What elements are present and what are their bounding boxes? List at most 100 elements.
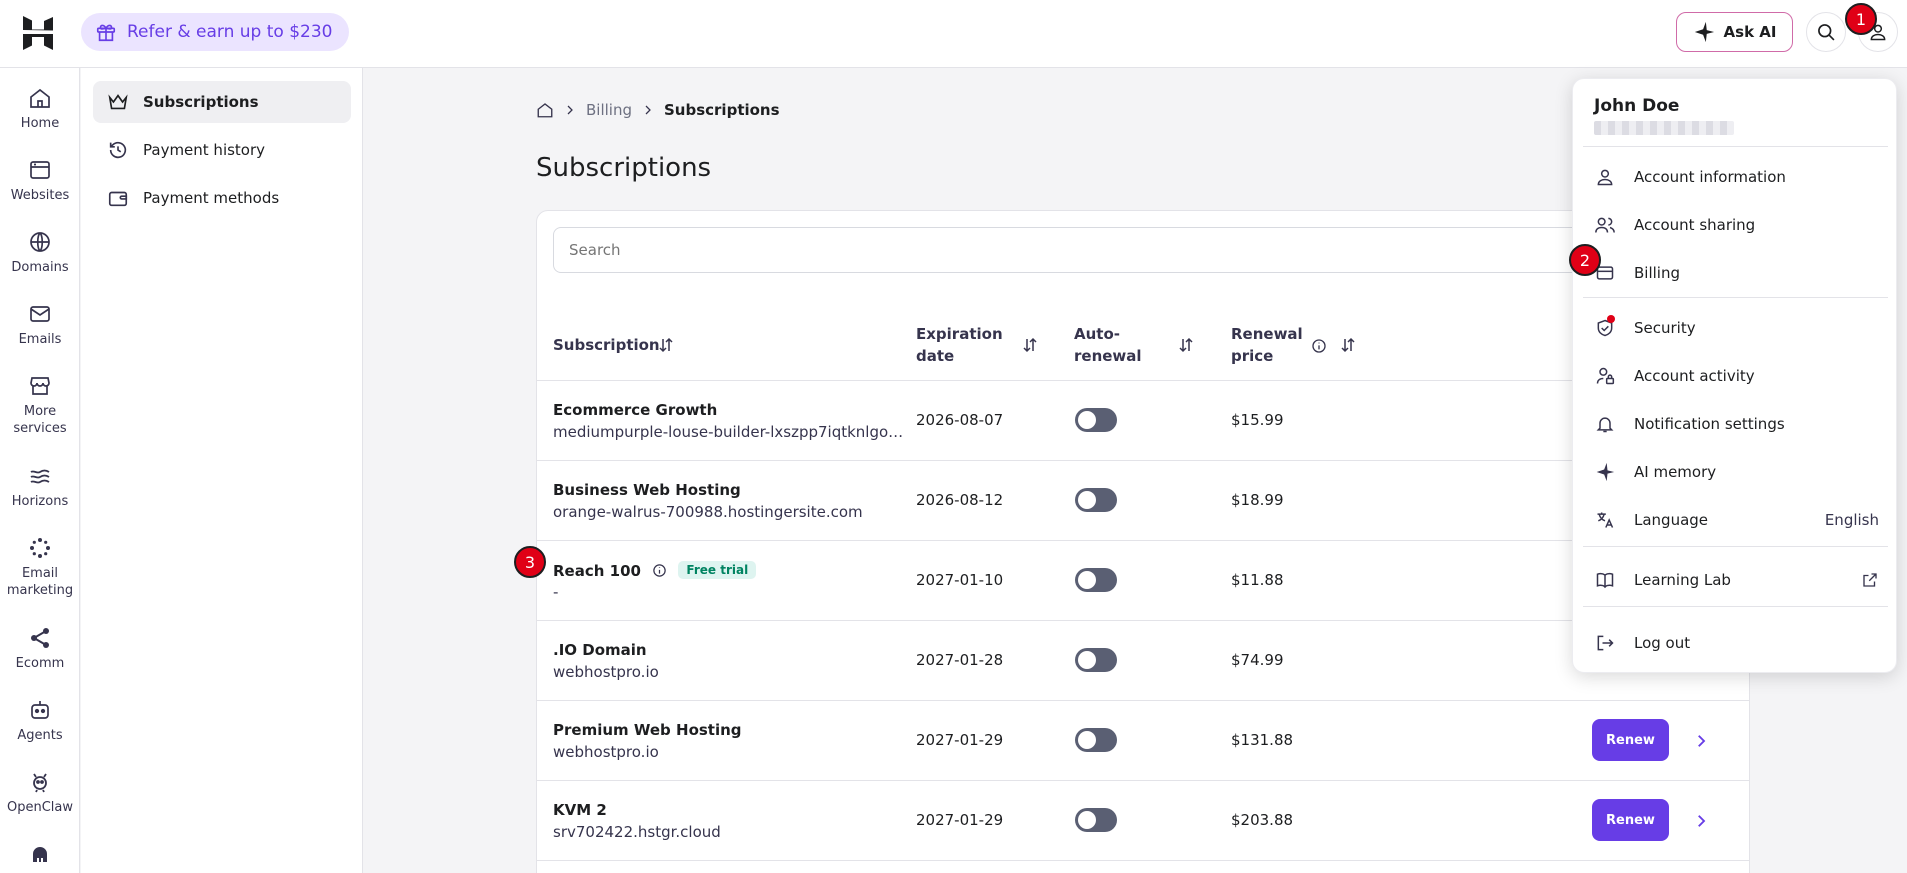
menu-item-account-information[interactable]: Account information: [1594, 165, 1879, 189]
nav-item-more-services[interactable]: More services: [0, 372, 80, 437]
renewal-price: $74.99: [1231, 651, 1284, 669]
globe-icon: [28, 228, 52, 256]
column-header-expiration-date[interactable]: Expiration date: [916, 323, 1003, 367]
renew-button[interactable]: Renew: [1592, 799, 1669, 841]
menu-item-notification-settings[interactable]: Notification settings: [1594, 412, 1879, 436]
nav-item-domains[interactable]: Domains: [0, 228, 80, 276]
expiration-date: 2027-01-29: [916, 731, 1004, 749]
auto-renewal-toggle[interactable]: [1075, 648, 1117, 672]
menu-item-label: Security: [1634, 319, 1696, 337]
table-row[interactable]: KVM 2 srv702422.hstgr.cloud 2027-01-29 $…: [537, 780, 1749, 860]
menu-item-language[interactable]: Language English: [1594, 508, 1879, 532]
info-icon[interactable]: [1311, 338, 1327, 354]
mail-icon: [28, 300, 52, 328]
breadcrumb-billing[interactable]: Billing: [586, 101, 632, 119]
subscription-name: Ecommerce Growth: [553, 401, 718, 419]
column-header-renewal-price[interactable]: Renewal price: [1231, 323, 1303, 367]
submenu-item-subscriptions[interactable]: Subscriptions: [93, 81, 351, 123]
renew-button[interactable]: Renew: [1592, 719, 1669, 761]
ask-ai-button[interactable]: Ask AI: [1676, 12, 1793, 52]
auto-renewal-toggle[interactable]: [1075, 568, 1117, 592]
table-row[interactable]: Business Web Hosting orange-walrus-70098…: [537, 460, 1749, 540]
menu-item-ai-memory[interactable]: AI memory: [1594, 460, 1879, 484]
nav-label: Emails: [18, 332, 62, 347]
table-row[interactable]: Ecommerce Growth mediumpurple-louse-buil…: [537, 380, 1749, 460]
nav-item-horizons[interactable]: Horizons: [0, 462, 80, 510]
menu-item-security[interactable]: Security: [1594, 315, 1879, 340]
nav-item-more[interactable]: [0, 840, 80, 871]
menu-item-billing[interactable]: Billing: [1594, 261, 1879, 285]
column-header-auto-renewal[interactable]: Auto-renewal: [1074, 323, 1142, 367]
auto-renewal-toggle[interactable]: [1075, 408, 1117, 432]
menu-item-log-out[interactable]: Log out: [1594, 631, 1879, 655]
sort-icon[interactable]: [1021, 336, 1039, 354]
menu-item-account-activity[interactable]: Account activity: [1594, 364, 1879, 388]
sort-icon[interactable]: [1339, 336, 1357, 354]
ai-spark-icon: [1594, 462, 1616, 482]
subscription-domain: webhostpro.io: [553, 663, 659, 681]
submenu-item-payment-history[interactable]: Payment history: [93, 129, 351, 171]
subscription-domain: webhostpro.io: [553, 743, 659, 761]
menu-item-label: Learning Lab: [1634, 571, 1731, 589]
expiration-date: 2027-01-10: [916, 571, 1004, 589]
nav-label: Email marketing: [6, 566, 74, 598]
search-button[interactable]: [1806, 12, 1846, 52]
nav-item-websites[interactable]: Websites: [0, 156, 80, 204]
auto-renewal-toggle[interactable]: [1075, 728, 1117, 752]
breadcrumb-current: Subscriptions: [664, 101, 780, 119]
subscription-domain: mediumpurple-louse-builder-lxszpp7iqtknl…: [553, 423, 905, 441]
expiration-date: 2027-01-29: [916, 811, 1004, 829]
renewal-price: $203.88: [1231, 811, 1294, 829]
chevron-right-icon[interactable]: [1692, 812, 1710, 830]
divider: [1583, 606, 1888, 607]
nav-label: Websites: [10, 188, 70, 203]
refer-earn-label: Refer & earn up to $230: [127, 22, 333, 42]
menu-item-label: Language: [1634, 511, 1709, 529]
step-marker-2: 2: [1569, 244, 1601, 276]
share-nodes-icon: [28, 624, 52, 652]
nav-label: Domains: [11, 260, 69, 275]
subscription-name: KVM 2: [553, 801, 607, 819]
table-row[interactable]: Premium Web Hosting webhostpro.io 2027-0…: [537, 700, 1749, 780]
external-link-icon: [1861, 571, 1879, 589]
table-row[interactable]: Reach 100 Free trial - 2027-01-10 $11.88: [537, 540, 1749, 620]
chevron-right-icon[interactable]: [1692, 732, 1710, 750]
refer-earn-button[interactable]: Refer & earn up to $230: [81, 13, 350, 51]
nav-item-ecomm[interactable]: Ecomm: [0, 624, 80, 672]
hostinger-logo[interactable]: [20, 16, 56, 50]
nav-item-agents[interactable]: Agents: [0, 696, 80, 744]
table-row: [537, 860, 1749, 873]
search-input[interactable]: [553, 227, 1733, 273]
logout-icon: [1594, 633, 1616, 653]
auto-renewal-toggle[interactable]: [1075, 488, 1117, 512]
expiration-date: 2026-08-07: [916, 411, 1004, 429]
menu-item-label: AI memory: [1634, 463, 1717, 481]
home-icon[interactable]: [536, 101, 554, 119]
menu-item-learning-lab[interactable]: Learning Lab: [1594, 568, 1879, 592]
nav-item-openclaw[interactable]: OpenClaw: [0, 768, 80, 816]
subscription-name: Premium Web Hosting: [553, 721, 742, 739]
language-value: English: [1824, 511, 1879, 529]
submenu-label: Payment methods: [143, 189, 280, 207]
horizons-icon: [28, 462, 52, 490]
search-icon: [1816, 22, 1836, 42]
menu-item-label: Account activity: [1634, 367, 1755, 385]
breadcrumb: Billing Subscriptions: [536, 101, 780, 119]
sort-icon[interactable]: [1177, 336, 1195, 354]
renewal-price: $131.88: [1231, 731, 1294, 749]
submenu-item-payment-methods[interactable]: Payment methods: [93, 177, 351, 219]
menu-item-account-sharing[interactable]: Account sharing: [1594, 213, 1879, 237]
ask-ai-label: Ask AI: [1723, 23, 1777, 41]
nav-item-emails[interactable]: Emails: [0, 300, 80, 348]
nav-item-email-marketing[interactable]: Email marketing: [0, 534, 80, 599]
nav-item-home[interactable]: Home: [0, 84, 80, 132]
info-icon[interactable]: [652, 563, 667, 578]
sort-icon[interactable]: [657, 336, 675, 354]
auto-renewal-toggle[interactable]: [1075, 808, 1117, 832]
nav-label: OpenClaw: [6, 800, 73, 815]
column-header-subscription[interactable]: Subscription: [553, 334, 660, 356]
billing-submenu: Subscriptions Payment history Payment me…: [81, 68, 363, 873]
renewal-price: $11.88: [1231, 571, 1284, 589]
divider: [1583, 546, 1888, 547]
table-row[interactable]: .IO Domain webhostpro.io 2027-01-28 $74.…: [537, 620, 1749, 700]
